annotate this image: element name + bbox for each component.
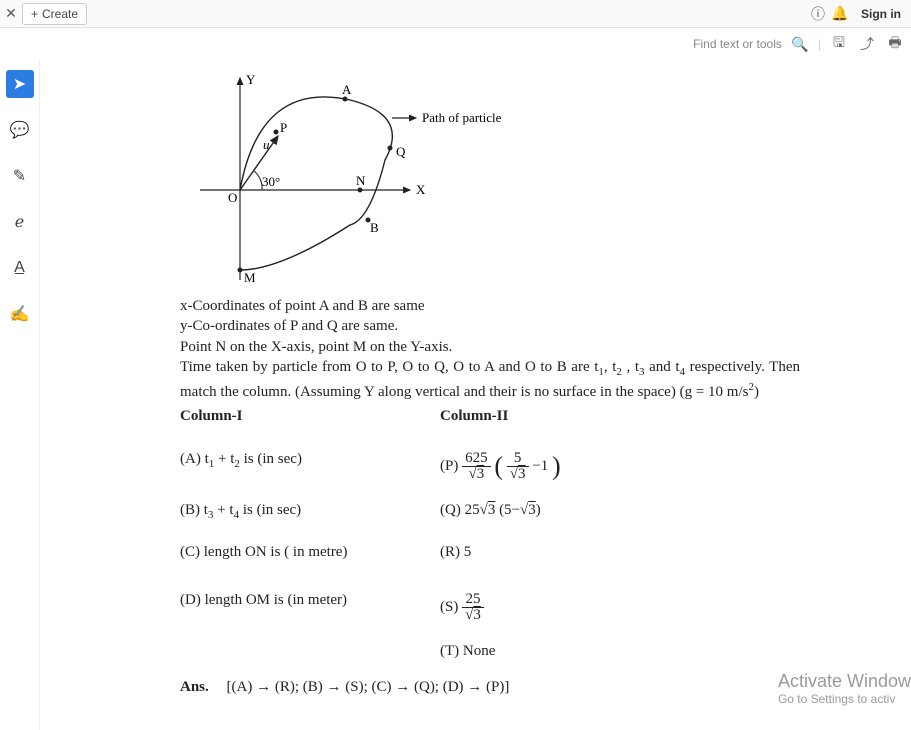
match-row-5: (T) None	[180, 629, 800, 665]
option-R: (R) 5	[440, 544, 740, 566]
column-1-header: Column-I	[180, 408, 440, 425]
line-2: y-Co-ordinates of P and Q are same.	[180, 316, 800, 336]
svg-text:M: M	[244, 270, 256, 285]
answer-line: Ans. [(A) → (R); (B) → (S); (C) → (Q); (…	[180, 679, 800, 696]
svg-text:A: A	[342, 82, 352, 97]
match-row-4: (D) length OM is (in meter) (S) 25√3	[180, 572, 800, 623]
save-icon[interactable]: 🖫	[829, 32, 849, 56]
match-row-3: (C) length ON is ( in metre) (R) 5	[180, 530, 800, 566]
axis-y-label: Y	[246, 72, 256, 87]
separator: |	[818, 37, 821, 51]
topbar: ✕ + Create ⓘ 🔔 Sign in	[0, 0, 911, 28]
option-A: (A) t1 + t2 is (in sec)	[180, 451, 440, 482]
sign-tool-icon[interactable]: ✍	[6, 300, 34, 328]
option-D: (D) length OM is (in meter)	[180, 592, 440, 623]
svg-text:O: O	[228, 190, 237, 205]
comment-tool-icon[interactable]: 💬	[6, 116, 34, 144]
pointer-tool-icon[interactable]: ➤	[6, 70, 34, 98]
close-icon[interactable]: ✕	[0, 5, 22, 22]
find-input[interactable]: Find text or tools	[693, 37, 782, 51]
option-Q: (Q) 25√3 (5−√3)	[440, 502, 740, 524]
draw-tool-icon[interactable]: ℯ	[6, 208, 34, 236]
svg-text:u: u	[263, 137, 270, 152]
svg-text:30°: 30°	[262, 174, 280, 189]
share-icon[interactable]: ⤴	[857, 34, 877, 54]
line-4: Time taken by particle from O to P, O to…	[180, 357, 800, 402]
option-C: (C) length ON is ( in metre)	[180, 544, 440, 566]
option-S: (S) 25√3	[440, 592, 740, 623]
create-button[interactable]: + Create	[22, 3, 87, 25]
create-label: Create	[42, 7, 78, 21]
bell-icon[interactable]: 🔔	[829, 5, 851, 22]
trajectory-diagram: Y X A P u Q N B M O 30° Path of particle	[180, 70, 540, 290]
side-toolbar: ➤ 💬 ✎ ℯ A̲ ✍	[0, 60, 40, 730]
column-headers: Column-I Column-II	[180, 408, 800, 425]
sign-in-button[interactable]: Sign in	[861, 7, 901, 21]
svg-text:N: N	[356, 173, 366, 188]
problem-text: x-Coordinates of point A and B are same …	[180, 296, 800, 402]
watermark-line-1: Activate Window	[778, 671, 911, 691]
line-3: Point N on the X-axis, point M on the Y-…	[180, 337, 800, 357]
option-P: (P) 625√3 ( 5√3 −1 )	[440, 451, 740, 482]
line-1: x-Coordinates of point A and B are same	[180, 296, 800, 316]
help-icon[interactable]: ⓘ	[807, 4, 829, 24]
option-T: (T) None	[440, 643, 740, 665]
document-content: Y X A P u Q N B M O 30° Path of particle…	[180, 70, 800, 696]
svg-text:P: P	[280, 120, 287, 135]
svg-text:Path of particle: Path of particle	[422, 110, 502, 125]
option-B: (B) t3 + t4 is (in sec)	[180, 502, 440, 524]
document-page: Y X A P u Q N B M O 30° Path of particle…	[40, 60, 911, 730]
watermark-line-2: Go to Settings to activ	[778, 692, 911, 706]
svg-text:B: B	[370, 220, 379, 235]
windows-watermark: Activate Window Go to Settings to activ	[778, 671, 911, 706]
svg-text:Q: Q	[396, 144, 406, 159]
text-select-tool-icon[interactable]: A̲	[6, 254, 34, 282]
match-row-2: (B) t3 + t4 is (in sec) (Q) 25√3 (5−√3)	[180, 488, 800, 524]
search-icon[interactable]: 🔍	[790, 36, 810, 53]
main-area: ➤ 💬 ✎ ℯ A̲ ✍	[0, 60, 911, 730]
tools-bar: Find text or tools 🔍 | 🖫 ⤴ 🖶	[0, 28, 911, 60]
print-icon[interactable]: 🖶	[885, 32, 905, 56]
plus-icon: +	[31, 7, 38, 21]
answer-label: Ans.	[180, 679, 209, 695]
highlight-tool-icon[interactable]: ✎	[6, 162, 34, 190]
answer-text: [(A) → (R); (B) → (S); (C) → (Q); (D) → …	[227, 679, 510, 695]
svg-text:X: X	[416, 182, 426, 197]
match-row-1: (A) t1 + t2 is (in sec) (P) 625√3 ( 5√3 …	[180, 431, 800, 482]
column-2-header: Column-II	[440, 408, 740, 425]
